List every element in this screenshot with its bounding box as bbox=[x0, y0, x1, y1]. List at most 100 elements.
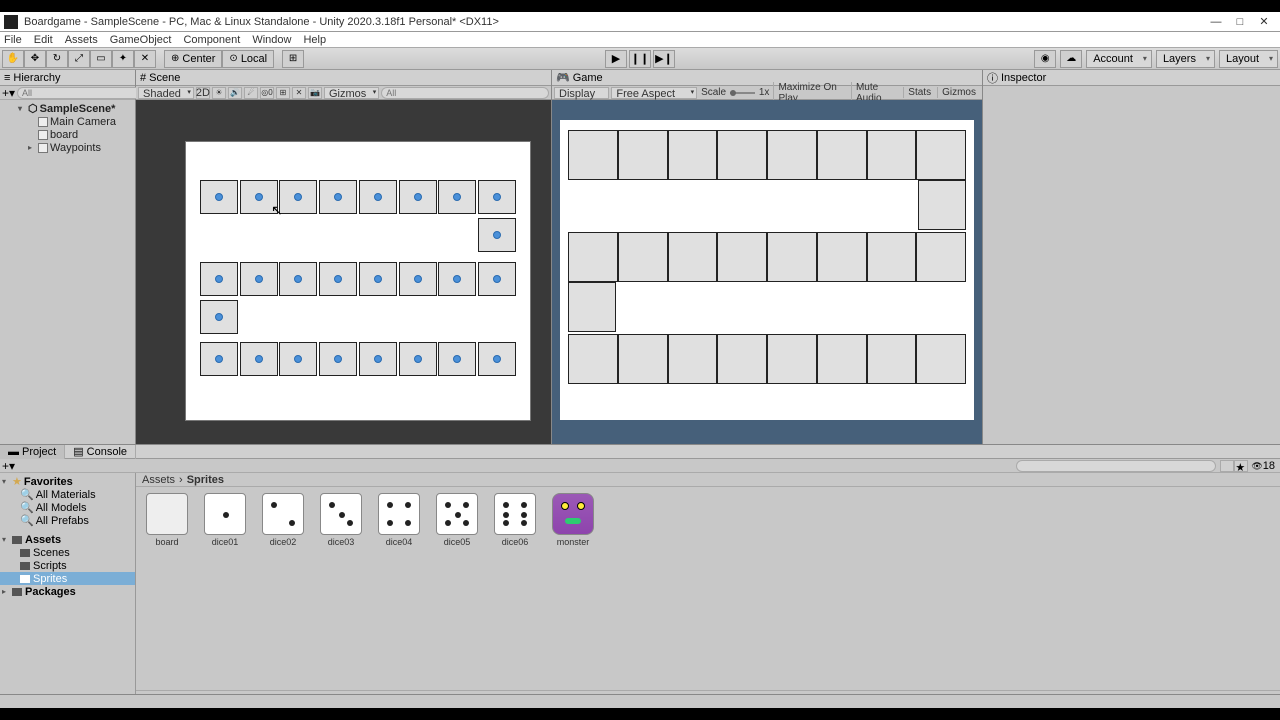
scene-root[interactable]: ▾ ⬡ SampleScene* bbox=[0, 102, 135, 115]
favorite-item[interactable]: 🔍All Models bbox=[0, 501, 135, 514]
scale-tool[interactable]: ⤢ bbox=[68, 50, 90, 68]
waypoint-cell[interactable] bbox=[478, 262, 516, 296]
scene-search[interactable] bbox=[381, 87, 549, 99]
hierarchy-tab[interactable]: ≡ Hierarchy bbox=[0, 70, 135, 86]
waypoint-cell[interactable] bbox=[319, 180, 357, 214]
menu-gameobject[interactable]: GameObject bbox=[110, 34, 172, 46]
asset-item[interactable]: dice05 bbox=[432, 493, 482, 547]
waypoint-cell[interactable] bbox=[399, 180, 437, 214]
display-select[interactable]: Display 1 bbox=[554, 87, 609, 99]
menu-file[interactable]: File bbox=[4, 34, 22, 46]
game-view[interactable] bbox=[552, 100, 982, 444]
fav-filter-button[interactable]: ★ bbox=[1234, 460, 1248, 472]
inspector-tab[interactable]: ⓘ Inspector bbox=[983, 70, 1280, 86]
custom-tool[interactable]: ✕ bbox=[134, 50, 156, 68]
add-asset-button[interactable]: +▾ bbox=[2, 459, 15, 473]
minimize-button[interactable]: — bbox=[1204, 13, 1228, 31]
hierarchy-item[interactable]: board bbox=[0, 128, 135, 141]
waypoint-cell[interactable] bbox=[200, 342, 238, 376]
packages-root[interactable]: ▸Packages bbox=[0, 585, 135, 598]
maximize-button[interactable]: □ bbox=[1228, 13, 1252, 31]
waypoint-cell[interactable] bbox=[438, 342, 476, 376]
lighting-toggle[interactable]: ☀ bbox=[212, 87, 226, 99]
move-tool[interactable]: ✥ bbox=[24, 50, 46, 68]
play-button[interactable]: ▶ bbox=[605, 50, 627, 68]
waypoint-cell[interactable] bbox=[438, 180, 476, 214]
waypoint-cell[interactable] bbox=[240, 342, 278, 376]
breadcrumb-item[interactable]: Sprites bbox=[187, 474, 224, 486]
hand-tool[interactable]: ✋ bbox=[2, 50, 24, 68]
assets-root[interactable]: ▾Assets bbox=[0, 533, 135, 546]
waypoint-cell[interactable] bbox=[359, 262, 397, 296]
account-dropdown[interactable]: Account bbox=[1086, 50, 1152, 68]
game-gizmos[interactable]: Gizmos bbox=[937, 87, 980, 98]
folder-item[interactable]: Scenes bbox=[0, 546, 135, 559]
waypoint-cell[interactable] bbox=[319, 262, 357, 296]
waypoint-cell[interactable] bbox=[319, 342, 357, 376]
close-button[interactable]: ✕ bbox=[1252, 13, 1276, 31]
snap-button[interactable]: ⊞ bbox=[282, 50, 304, 68]
menu-window[interactable]: Window bbox=[252, 34, 291, 46]
asset-item[interactable]: dice01 bbox=[200, 493, 250, 547]
scene-view[interactable]: ↖ bbox=[136, 100, 551, 444]
hidden-toggle[interactable]: ◎0 bbox=[260, 87, 274, 99]
audio-toggle[interactable]: 🔊 bbox=[228, 87, 242, 99]
gizmos-dropdown[interactable]: Gizmos bbox=[324, 87, 379, 99]
asset-item[interactable]: dice06 bbox=[490, 493, 540, 547]
filter-button[interactable] bbox=[1220, 460, 1234, 472]
waypoint-cell[interactable] bbox=[200, 262, 238, 296]
hierarchy-item[interactable]: Main Camera bbox=[0, 115, 135, 128]
hierarchy-item[interactable]: ▸ Waypoints bbox=[0, 141, 135, 154]
folder-item[interactable]: Sprites bbox=[0, 572, 135, 585]
waypoint-cell[interactable] bbox=[200, 180, 238, 214]
project-tab[interactable]: ▬ Project bbox=[0, 445, 65, 459]
menu-component[interactable]: Component bbox=[183, 34, 240, 46]
pause-button[interactable]: ❙❙ bbox=[629, 50, 651, 68]
menu-edit[interactable]: Edit bbox=[34, 34, 53, 46]
collab-button[interactable]: ◉ bbox=[1034, 50, 1056, 68]
layout-dropdown[interactable]: Layout bbox=[1219, 50, 1278, 68]
transform-tool[interactable]: ✦ bbox=[112, 50, 134, 68]
menu-help[interactable]: Help bbox=[303, 34, 326, 46]
waypoint-cell[interactable] bbox=[478, 180, 516, 214]
step-button[interactable]: ▶❙ bbox=[653, 50, 675, 68]
2d-toggle[interactable]: 2D bbox=[196, 87, 210, 99]
scale-slider[interactable] bbox=[730, 92, 755, 94]
tool-x[interactable]: ✕ bbox=[292, 87, 306, 99]
waypoint-cell[interactable] bbox=[478, 218, 516, 252]
asset-item[interactable]: dice03 bbox=[316, 493, 366, 547]
waypoint-cell[interactable] bbox=[279, 262, 317, 296]
game-tab[interactable]: 🎮 Game bbox=[552, 70, 982, 86]
waypoint-cell[interactable] bbox=[399, 342, 437, 376]
shading-mode[interactable]: Shaded bbox=[138, 87, 194, 99]
waypoint-cell[interactable] bbox=[279, 180, 317, 214]
waypoint-cell[interactable] bbox=[438, 262, 476, 296]
layers-dropdown[interactable]: Layers bbox=[1156, 50, 1215, 68]
hierarchy-search[interactable] bbox=[17, 87, 144, 99]
rotate-tool[interactable]: ↻ bbox=[46, 50, 68, 68]
space-toggle[interactable]: ⊙Local bbox=[222, 50, 274, 68]
asset-item[interactable]: monster bbox=[548, 493, 598, 547]
add-button[interactable]: +▾ bbox=[2, 86, 15, 100]
favorites-root[interactable]: ▾★Favorites bbox=[0, 475, 135, 488]
console-tab[interactable]: ▤ Console bbox=[65, 445, 136, 459]
waypoint-cell[interactable] bbox=[279, 342, 317, 376]
waypoint-cell[interactable] bbox=[240, 262, 278, 296]
aspect-select[interactable]: Free Aspect bbox=[611, 87, 697, 99]
asset-item[interactable]: dice04 bbox=[374, 493, 424, 547]
waypoint-cell[interactable] bbox=[200, 300, 238, 334]
stats-toggle[interactable]: Stats bbox=[903, 87, 935, 98]
waypoint-cell[interactable] bbox=[478, 342, 516, 376]
waypoint-cell[interactable] bbox=[399, 262, 437, 296]
cloud-button[interactable]: ☁ bbox=[1060, 50, 1082, 68]
favorite-item[interactable]: 🔍All Prefabs bbox=[0, 514, 135, 527]
camera-toggle[interactable]: 📷 bbox=[308, 87, 322, 99]
grid-toggle[interactable]: ⊞ bbox=[276, 87, 290, 99]
fx-toggle[interactable]: ☄ bbox=[244, 87, 258, 99]
breadcrumb-item[interactable]: Assets bbox=[142, 474, 175, 486]
asset-item[interactable]: dice02 bbox=[258, 493, 308, 547]
project-search[interactable] bbox=[1016, 460, 1216, 472]
folder-item[interactable]: Scripts bbox=[0, 559, 135, 572]
favorite-item[interactable]: 🔍All Materials bbox=[0, 488, 135, 501]
rect-tool[interactable]: ▭ bbox=[90, 50, 112, 68]
